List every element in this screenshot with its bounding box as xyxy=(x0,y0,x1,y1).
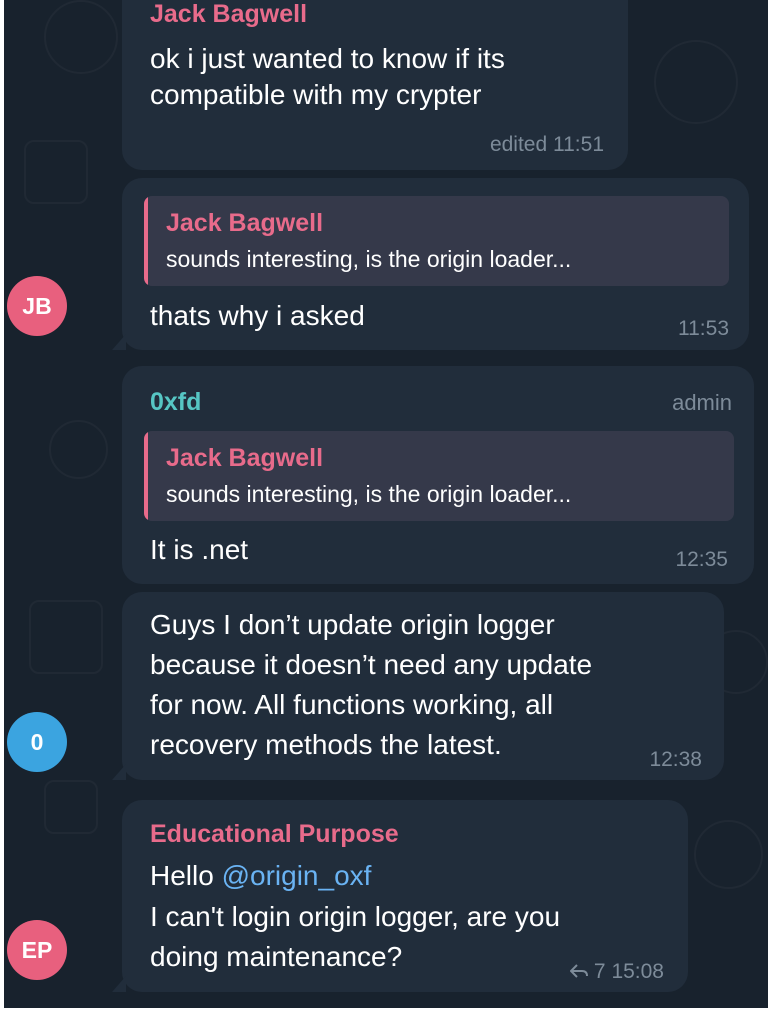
reply-arrow-icon xyxy=(569,960,589,984)
reply-count[interactable]: 7 xyxy=(594,960,606,983)
reply-author: Jack Bagwell xyxy=(166,209,324,237)
message-bubble[interactable]: Educational Purpose Hello @origin_oxf I … xyxy=(112,800,688,992)
message-text-line: recovery methods the latest. xyxy=(150,729,502,760)
background-doodle xyxy=(654,40,738,124)
avatar-initials: 0 xyxy=(30,728,44,755)
reply-author: Jack Bagwell xyxy=(166,444,324,472)
message-text-line: compatible with my crypter xyxy=(150,79,482,110)
message-time: 11:53 xyxy=(678,317,729,340)
message-bubble[interactable]: Guys I don’t update origin logger becaus… xyxy=(112,592,724,780)
background-doodle xyxy=(44,780,98,834)
background-doodle xyxy=(24,140,88,204)
mention-link[interactable]: @origin_oxf xyxy=(222,860,372,891)
avatar[interactable]: EP xyxy=(7,920,67,980)
message-meta: 7 15:08 xyxy=(569,960,664,984)
background-doodle xyxy=(29,600,103,674)
avatar-initials: JB xyxy=(22,292,52,319)
message-text-line: Guys I don’t update origin logger xyxy=(150,609,555,640)
chat-area[interactable]: Jack Bagwell ok i just wanted to know if… xyxy=(4,0,768,1008)
sender-name[interactable]: 0xfd xyxy=(150,388,201,417)
message-text-line: for now. All functions working, all xyxy=(150,689,554,720)
reply-bar xyxy=(144,196,148,286)
bubble-tail xyxy=(112,334,126,350)
bubble-tail xyxy=(112,976,126,992)
message-bubble[interactable]: Jack Bagwell ok i just wanted to know if… xyxy=(122,0,628,170)
avatar[interactable]: JB xyxy=(7,276,67,336)
message-time: 12:38 xyxy=(649,748,702,771)
message-time: edited 11:51 xyxy=(489,133,604,156)
message-text-line: Hello @origin_oxf xyxy=(150,858,371,894)
message-time: 12:35 xyxy=(675,548,728,571)
message-text-line: because it doesn’t need any update xyxy=(150,649,593,680)
message-text: thats why i asked xyxy=(150,300,365,331)
message-text: It is .net xyxy=(150,534,249,565)
message-text-line: I can't login origin logger, are you xyxy=(150,901,561,932)
admin-badge: admin xyxy=(672,390,732,415)
message-text-line: ok i just wanted to know if its xyxy=(150,43,505,74)
avatar[interactable]: 0 xyxy=(7,712,67,772)
background-doodle xyxy=(49,420,108,479)
background-doodle xyxy=(44,0,118,74)
reply-preview[interactable]: Jack Bagwell sounds interesting, is the … xyxy=(144,196,729,286)
reply-bar xyxy=(144,431,148,521)
greeting-text: Hello xyxy=(150,860,214,891)
bubble-tail xyxy=(112,764,126,780)
reply-text: sounds interesting, is the origin loader… xyxy=(166,481,572,507)
background-doodle xyxy=(694,820,763,889)
reply-preview[interactable]: Jack Bagwell sounds interesting, is the … xyxy=(144,431,734,521)
sender-name[interactable]: Educational Purpose xyxy=(150,820,399,849)
message-bubble[interactable]: Jack Bagwell sounds interesting, is the … xyxy=(112,178,749,350)
sender-name[interactable]: Jack Bagwell xyxy=(150,0,307,29)
reply-text: sounds interesting, is the origin loader… xyxy=(166,246,572,272)
message-time: 15:08 xyxy=(611,960,664,983)
message-text-line: doing maintenance? xyxy=(150,941,403,972)
avatar-initials: EP xyxy=(21,936,53,963)
message-bubble[interactable]: 0xfd admin Jack Bagwell sounds interesti… xyxy=(122,366,754,584)
